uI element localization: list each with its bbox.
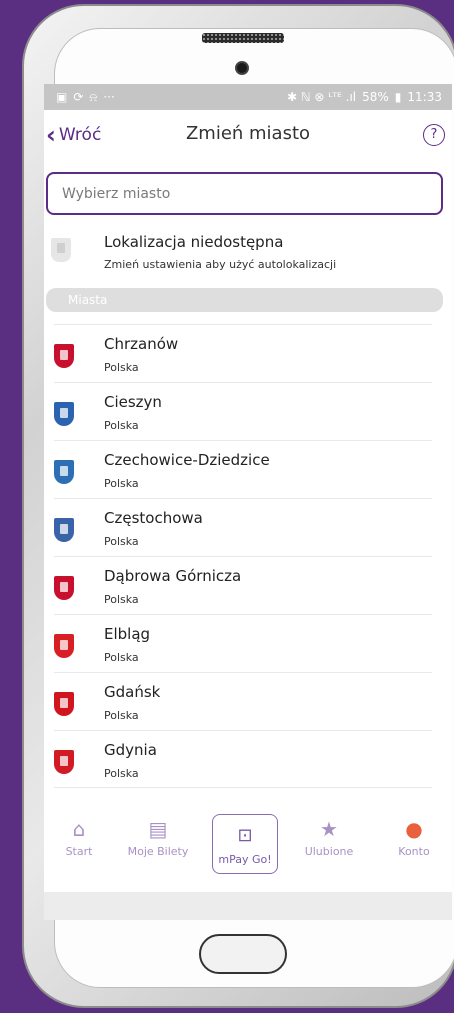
location-unavailable[interactable]: Lokalizacja niedostępna Zmień ustawienia…	[44, 230, 452, 276]
bottom-tab-bar: ⌂ Start ▤ Moje Bilety ⊡ mPay Go! ★ Ulubi…	[44, 810, 452, 880]
location-title: Lokalizacja niedostępna	[104, 233, 284, 251]
coat-of-arms-icon	[54, 692, 74, 716]
city-name: Gdynia	[104, 741, 157, 759]
app-screen: ▣ ⟳ ⍾ ··· ✱ ℕ ⊗ ᴸᵀᴱ .ıl 58% ▮ 11:33 ‹ Wr…	[44, 84, 452, 920]
more-icon: ···	[103, 90, 115, 104]
city-name: Cieszyn	[104, 393, 162, 411]
speaker-grille	[202, 33, 284, 43]
location-subtitle: Zmień ustawienia aby użyć autolokalizacj…	[104, 258, 337, 271]
city-name: Częstochowa	[104, 509, 203, 527]
city-name: Gdańsk	[104, 683, 161, 701]
signal-icons: ✱ ℕ ⊗ ᴸᵀᴱ .ıl	[287, 90, 357, 104]
coat-of-arms-icon	[54, 634, 74, 658]
app-header: ‹ Wróć Zmień miasto ?	[44, 110, 452, 158]
city-item[interactable]: Gdynia Polska	[54, 730, 432, 788]
city-item[interactable]: Częstochowa Polska	[54, 498, 432, 556]
city-country: Polska	[104, 651, 139, 664]
tab-start[interactable]: ⌂ Start	[44, 818, 114, 858]
user-icon: ●	[405, 817, 423, 841]
status-left-icons: ▣ ⟳ ⍾ ···	[56, 90, 115, 105]
coat-of-arms-icon	[54, 750, 74, 774]
home-button[interactable]	[199, 934, 287, 974]
coat-of-arms-icon	[54, 518, 74, 542]
status-bar: ▣ ⟳ ⍾ ··· ✱ ℕ ⊗ ᴸᵀᴱ .ıl 58% ▮ 11:33	[44, 84, 452, 110]
city-search-input[interactable]	[46, 172, 443, 215]
coat-of-arms-icon	[54, 402, 74, 426]
city-item[interactable]: Czechowice-Dziedzice Polska	[54, 440, 432, 498]
city-item[interactable]: Dąbrowa Górnicza Polska	[54, 556, 432, 614]
battery-level: 58%	[362, 90, 389, 104]
tab-account-label: Konto	[398, 845, 430, 858]
battery-icon: ▮	[394, 90, 402, 104]
city-item[interactable]: Gdańsk Polska	[54, 672, 432, 730]
tab-start-label: Start	[65, 845, 93, 858]
city-name: Czechowice-Dziedzice	[104, 451, 270, 469]
city-item[interactable]: Cieszyn Polska	[54, 382, 432, 440]
status-time: 11:33	[407, 90, 442, 104]
bell-icon: ⍾	[89, 89, 98, 104]
help-icon[interactable]: ?	[423, 124, 445, 146]
tickets-icon: ▤	[148, 817, 168, 841]
front-camera	[235, 61, 249, 75]
city-name: Chrzanów	[104, 335, 179, 353]
bus-icon: ⊡	[237, 825, 253, 846]
bottom-strip	[44, 892, 452, 920]
tab-mpay-go[interactable]: ⊡ mPay Go!	[212, 814, 278, 874]
image-icon: ▣	[56, 90, 68, 104]
city-name: Dąbrowa Górnicza	[104, 567, 242, 585]
tab-account[interactable]: ● Konto	[379, 818, 449, 858]
sync-icon: ⟳	[73, 90, 84, 104]
city-country: Polska	[104, 709, 139, 722]
section-header-cities: Miasta	[46, 288, 443, 312]
tab-tickets-label: Moje Bilety	[127, 845, 189, 858]
city-item[interactable]: Elbląg Polska	[54, 614, 432, 672]
coat-of-arms-icon	[54, 576, 74, 600]
tab-favorites[interactable]: ★ Ulubione	[294, 818, 364, 858]
city-country: Polska	[104, 593, 139, 606]
tab-mpay-go-label: mPay Go!	[218, 853, 272, 866]
status-right-icons: ✱ ℕ ⊗ ᴸᵀᴱ .ıl 58% ▮ 11:33	[287, 90, 442, 104]
city-item[interactable]: Chrzanów Polska	[54, 324, 432, 382]
tab-favorites-label: Ulubione	[304, 845, 354, 858]
page-title: Zmień miasto	[185, 123, 311, 144]
coat-of-arms-icon	[54, 460, 74, 484]
star-icon: ★	[320, 817, 338, 841]
city-list: Chrzanów Polska Cieszyn Polska Czechowic…	[44, 324, 452, 788]
city-country: Polska	[104, 361, 139, 374]
coat-of-arms-icon	[54, 344, 74, 368]
city-country: Polska	[104, 419, 139, 432]
home-icon: ⌂	[72, 817, 86, 841]
city-country: Polska	[104, 535, 139, 548]
city-name: Elbląg	[104, 625, 151, 643]
city-country: Polska	[104, 477, 139, 490]
location-crest-icon	[51, 238, 71, 262]
tab-tickets[interactable]: ▤ Moje Bilety	[123, 818, 193, 858]
city-country: Polska	[104, 767, 139, 780]
